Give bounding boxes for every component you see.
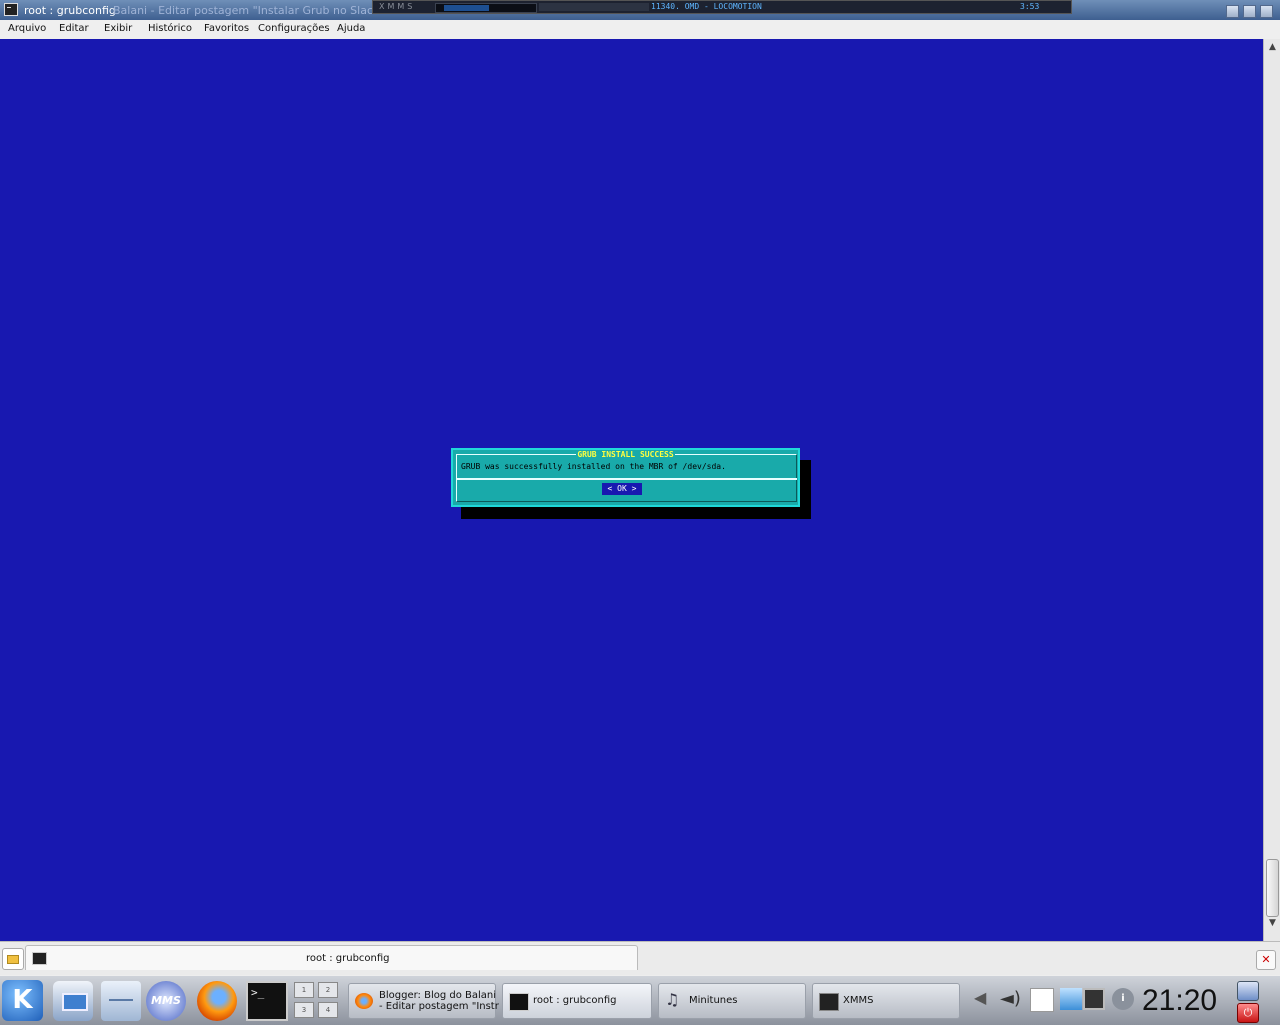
tab-root-grubconfig[interactable]: root : grubconfig [25, 945, 638, 970]
menu-bar: Arquivo Editar Exibir Histórico Favorito… [0, 20, 1280, 40]
tray-collapse-icon[interactable]: ◀ [974, 988, 996, 1010]
menu-editar[interactable]: Editar [59, 23, 89, 34]
scroll-thumb[interactable] [1266, 859, 1279, 917]
ok-button[interactable]: < OK > [602, 483, 642, 495]
scroll-up-icon[interactable]: ▲ [1266, 41, 1279, 53]
mms-icon[interactable]: MMS [146, 981, 186, 1021]
xmms-player-bar[interactable]: XMMS 11340. OMD - LOCOMOTION 3:53 [372, 0, 1072, 14]
xmms-track-time: 3:53 [1020, 2, 1040, 11]
network-icon[interactable] [53, 981, 93, 1021]
clipboard-icon[interactable] [1030, 988, 1054, 1012]
pager-desktop-4[interactable]: 4 [318, 1002, 338, 1018]
terminal-scrollbar[interactable]: ▲ ▼ [1263, 39, 1280, 941]
terminal-icon [32, 952, 47, 965]
scroll-down-icon[interactable]: ▼ [1266, 917, 1279, 929]
terminal-icon [4, 3, 18, 16]
menu-arquivo[interactable]: Arquivo [8, 23, 46, 34]
system-tray: ◀ ◄) i [970, 980, 1140, 1020]
task-konsole[interactable]: root : grubconfig [502, 983, 652, 1019]
kde-menu-button[interactable]: K [2, 980, 43, 1021]
window-titlebar[interactable]: root : grubconfig Balani - Editar postag… [0, 0, 1280, 20]
maximize-button[interactable] [1243, 5, 1256, 18]
xmms-seek-bar[interactable] [435, 3, 537, 13]
task-minitunes[interactable]: ♫ Minitunes [658, 983, 806, 1019]
task-label-line1: Blogger: Blog do Balani [379, 990, 497, 1001]
display-icon[interactable] [1083, 988, 1105, 1010]
volume-icon[interactable]: ◄) [1000, 988, 1022, 1010]
info-icon[interactable]: i [1112, 988, 1134, 1010]
konsole-tab-bar: root : grubconfig ✕ [0, 941, 1280, 976]
xmms-icon [819, 993, 839, 1011]
network-status-icon[interactable] [1060, 988, 1082, 1010]
window-title: root : grubconfig [24, 4, 116, 17]
terminal-icon [509, 993, 529, 1011]
close-button[interactable] [1260, 5, 1273, 18]
menu-ajuda[interactable]: Ajuda [337, 23, 365, 34]
music-note-icon: ♫ [665, 990, 680, 1009]
dialog-separator [456, 478, 797, 480]
firefox-icon[interactable] [197, 981, 237, 1021]
dialog-message: GRUB was successfully installed on the M… [461, 462, 726, 471]
kde-panel: K MMS >_ 1 2 3 4 Blogger: Blog do Balani… [0, 975, 1280, 1025]
konsole-launcher-icon[interactable]: >_ [246, 981, 288, 1021]
task-firefox-blogger[interactable]: Blogger: Blog do Balani - Editar postage… [348, 983, 499, 1019]
menu-configuracoes[interactable]: Configurações [258, 23, 330, 34]
pager-desktop-1[interactable]: 1 [294, 982, 314, 998]
menu-exibir[interactable]: Exibir [104, 23, 132, 34]
grub-success-dialog: GRUB INSTALL SUCCESS GRUB was successful… [451, 448, 800, 507]
close-tab-icon[interactable]: ✕ [1256, 950, 1276, 970]
dialog-title: GRUB INSTALL SUCCESS [576, 450, 675, 459]
pager-desktop-3[interactable]: 3 [294, 1002, 314, 1018]
tab-label: root : grubconfig [306, 953, 390, 964]
new-tab-icon[interactable] [2, 948, 24, 970]
pager-desktop-2[interactable]: 2 [318, 982, 338, 998]
menu-favoritos[interactable]: Favoritos [204, 23, 249, 34]
minimize-button[interactable] [1226, 5, 1239, 18]
file-manager-icon[interactable] [101, 981, 141, 1021]
xmms-controls[interactable] [539, 3, 649, 11]
firefox-icon [355, 993, 373, 1009]
desktop-pager[interactable]: 1 2 3 4 [294, 982, 340, 1020]
menu-historico[interactable]: Histórico [148, 23, 192, 34]
task-label: root : grubconfig [533, 995, 617, 1006]
task-label: Minitunes [689, 995, 738, 1006]
background-window-title: Balani - Editar postagem "Instalar Grub … [113, 4, 380, 17]
lock-screen-icon[interactable] [1237, 981, 1259, 1001]
xmms-track-title: 11340. OMD - LOCOMOTION [651, 2, 762, 11]
task-xmms[interactable]: XMMS [812, 983, 960, 1019]
task-label-line2: - Editar postagem "Instr [379, 1001, 499, 1012]
xmms-label: XMMS [379, 2, 416, 11]
logout-icon[interactable]: ⏻ [1237, 1003, 1259, 1023]
task-label: XMMS [843, 995, 874, 1006]
clock[interactable]: 21:20 [1142, 984, 1217, 1018]
